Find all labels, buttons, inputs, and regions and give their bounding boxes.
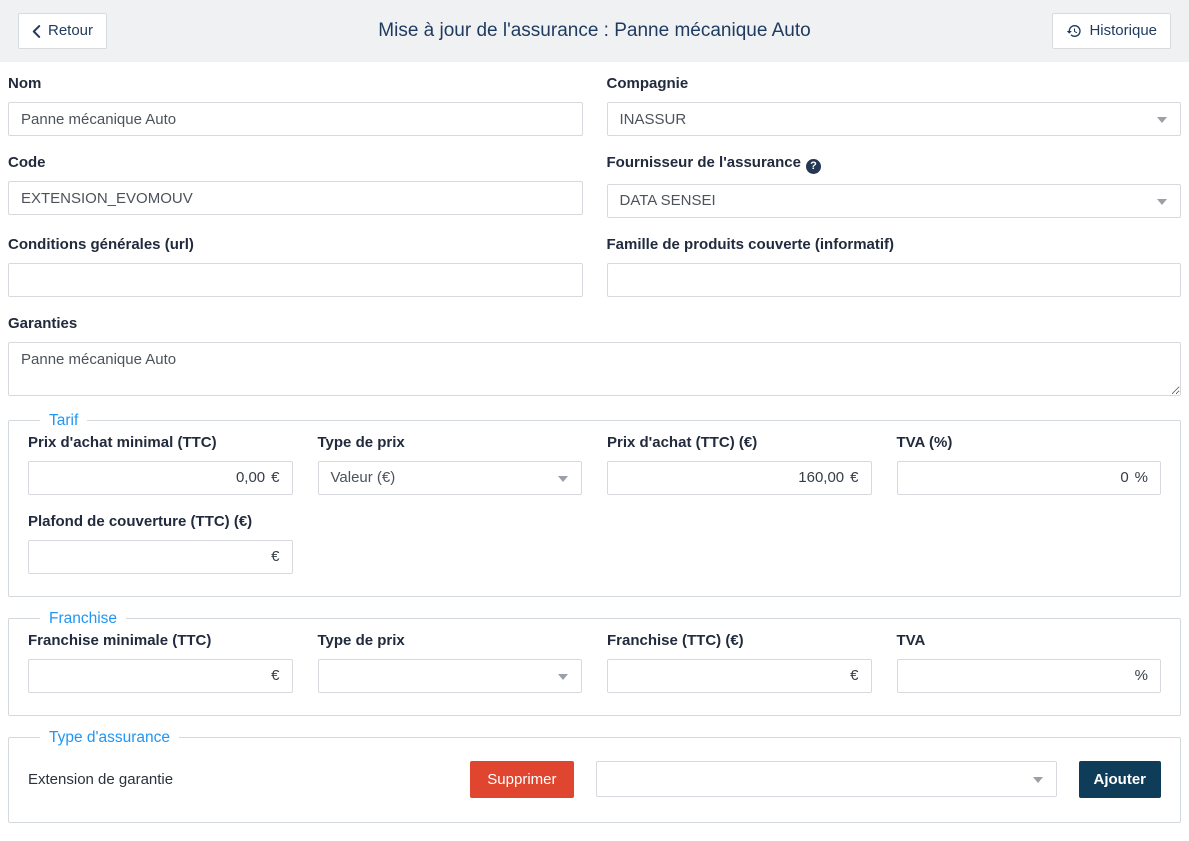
tarif-tva-label: TVA (%) — [897, 434, 1162, 451]
tarif-section: Tarif Prix d'achat minimal (TTC) 0,00 € … — [8, 412, 1181, 597]
field-code: Code — [8, 152, 583, 218]
percent-suffix: % — [1135, 469, 1148, 486]
franchise-tva-label: TVA — [897, 632, 1162, 649]
conditions-generales-label: Conditions générales (url) — [8, 236, 583, 253]
field-famille-produits: Famille de produits couverte (informatif… — [607, 234, 1182, 297]
add-button[interactable]: Ajouter — [1079, 761, 1162, 798]
fournisseur-label: Fournisseur de l'assurance? — [607, 154, 1182, 174]
franchise-tva-input[interactable]: % — [897, 659, 1162, 693]
franchise-legend: Franchise — [40, 610, 126, 628]
prix-achat-value: 160,00 — [798, 469, 844, 486]
code-input[interactable] — [8, 181, 583, 215]
field-garanties: Garanties Panne mécanique Auto — [8, 315, 1181, 396]
code-label: Code — [8, 154, 583, 171]
compagnie-select[interactable]: INASSUR — [607, 102, 1182, 136]
garanties-label: Garanties — [8, 315, 1181, 332]
euro-suffix: € — [271, 548, 279, 565]
prix-achat-minimal-label: Prix d'achat minimal (TTC) — [28, 434, 293, 451]
euro-suffix: € — [850, 667, 858, 684]
field-fournisseur: Fournisseur de l'assurance? DATA SENSEI — [607, 152, 1182, 218]
field-franchise: Franchise (TTC) (€) € — [607, 630, 872, 693]
fournisseur-label-text: Fournisseur de l'assurance — [607, 154, 801, 171]
franchise-section: Franchise Franchise minimale (TTC) € Typ… — [8, 610, 1181, 716]
field-conditions-generales: Conditions générales (url) — [8, 234, 583, 297]
tarif-type-de-prix-label: Type de prix — [318, 434, 583, 451]
field-franchise-type-de-prix: Type de prix — [318, 630, 583, 693]
franchise-type-de-prix-select[interactable] — [318, 659, 583, 693]
field-prix-achat: Prix d'achat (TTC) (€) 160,00 € — [607, 432, 872, 495]
franchise-minimale-input[interactable]: € — [28, 659, 293, 693]
tarif-tva-value: 0 — [1120, 469, 1128, 486]
percent-suffix: % — [1135, 667, 1148, 684]
euro-suffix: € — [850, 469, 858, 486]
back-button[interactable]: Retour — [18, 13, 107, 49]
tarif-legend: Tarif — [40, 412, 87, 430]
famille-produits-label: Famille de produits couverte (informatif… — [607, 236, 1182, 253]
franchise-label: Franchise (TTC) (€) — [607, 632, 872, 649]
field-prix-achat-minimal: Prix d'achat minimal (TTC) 0,00 € — [28, 432, 293, 495]
compagnie-selected-value: INASSUR — [620, 111, 687, 128]
history-button-label: Historique — [1089, 22, 1157, 40]
type-assurance-select[interactable] — [596, 761, 1057, 797]
garanties-textarea[interactable]: Panne mécanique Auto — [8, 342, 1181, 396]
nom-label: Nom — [8, 75, 583, 92]
fournisseur-select[interactable]: DATA SENSEI — [607, 184, 1182, 218]
field-plafond-couverture: Plafond de couverture (TTC) (€) € — [28, 511, 293, 574]
header-bar: Retour Mise à jour de l'assurance : Pann… — [0, 0, 1189, 62]
franchise-minimale-label: Franchise minimale (TTC) — [28, 632, 293, 649]
fournisseur-selected-value: DATA SENSEI — [620, 192, 716, 209]
tarif-type-de-prix-select[interactable]: Valeur (€) — [318, 461, 583, 495]
field-franchise-tva: TVA % — [897, 630, 1162, 693]
compagnie-label: Compagnie — [607, 75, 1182, 92]
back-button-label: Retour — [48, 22, 93, 40]
chevron-left-icon — [32, 25, 41, 38]
type-assurance-row: Extension de garantie Supprimer Ajouter — [28, 749, 1161, 816]
field-nom: Nom — [8, 73, 583, 136]
euro-suffix: € — [271, 667, 279, 684]
prix-achat-minimal-input[interactable]: 0,00 € — [28, 461, 293, 495]
tarif-type-de-prix-value: Valeur (€) — [331, 469, 396, 486]
franchise-input[interactable]: € — [607, 659, 872, 693]
euro-suffix: € — [271, 469, 279, 486]
field-compagnie: Compagnie INASSUR — [607, 73, 1182, 136]
delete-button[interactable]: Supprimer — [470, 761, 573, 798]
plafond-couverture-input[interactable]: € — [28, 540, 293, 574]
prix-achat-label: Prix d'achat (TTC) (€) — [607, 434, 872, 451]
nom-input[interactable] — [8, 102, 583, 136]
field-franchise-minimale: Franchise minimale (TTC) € — [28, 630, 293, 693]
tarif-tva-input[interactable]: 0 % — [897, 461, 1162, 495]
type-assurance-legend: Type d'assurance — [40, 729, 179, 747]
plafond-couverture-label: Plafond de couverture (TTC) (€) — [28, 513, 293, 530]
prix-achat-input[interactable]: 160,00 € — [607, 461, 872, 495]
franchise-type-de-prix-label: Type de prix — [318, 632, 583, 649]
field-tarif-type-de-prix: Type de prix Valeur (€) — [318, 432, 583, 495]
prix-achat-minimal-value: 0,00 — [236, 469, 265, 486]
help-icon[interactable]: ? — [806, 159, 821, 174]
insurance-form: Nom Compagnie INASSUR Code Fournisseur d… — [0, 62, 1189, 823]
page-title: Mise à jour de l'assurance : Panne mécan… — [378, 20, 810, 42]
field-tarif-tva: TVA (%) 0 % — [897, 432, 1162, 495]
history-button[interactable]: Historique — [1052, 13, 1171, 49]
history-icon — [1066, 23, 1082, 39]
type-assurance-section: Type d'assurance Extension de garantie S… — [8, 729, 1181, 823]
type-assurance-item-label: Extension de garantie — [28, 771, 448, 788]
famille-produits-input[interactable] — [607, 263, 1182, 297]
conditions-generales-input[interactable] — [8, 263, 583, 297]
